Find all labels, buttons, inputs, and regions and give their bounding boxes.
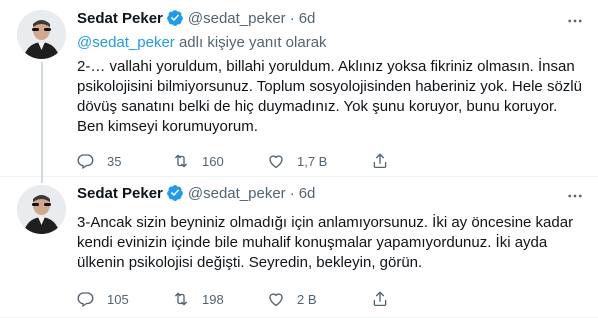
tweet-text-line: dövüş sanatını belki de hiç duymadınız. … [77, 98, 558, 115]
more-icon[interactable] [566, 187, 584, 205]
reply-count: 105 [107, 291, 129, 307]
tweet[interactable]: Sedat Peker @sedat_peker · 6d 3-Ancak si… [0, 177, 598, 318]
tweet[interactable]: Sedat Peker @sedat_peker · 6d @sedat_pek… [0, 0, 598, 177]
tweet-text-line: 3-Ancak sizin beyniniz olmadığı için anl… [77, 214, 574, 231]
reply-icon [77, 292, 94, 308]
like-count: 1,7 B [297, 153, 328, 169]
retweet-count: 160 [202, 153, 224, 169]
tweet-text-line: kendi evinizin içinde bile muhalif konuş… [77, 234, 548, 251]
retweet-button[interactable]: 198 [172, 290, 267, 308]
tweet-text-line: psikolojisini bilmiyorsunuz. Toplum sosy… [77, 78, 582, 95]
author-name[interactable]: Sedat Peker [77, 10, 163, 27]
like-button[interactable]: 1,7 B [267, 152, 362, 170]
verified-badge-icon [167, 185, 183, 201]
retweet-icon [175, 292, 187, 306]
tweet-text-line: ülkenin psikolojisi değişti. Seyredin, b… [77, 254, 423, 271]
heart-icon [269, 293, 283, 307]
reply-context-text: adlı kişiye yanıt olarak [174, 34, 327, 51]
reply-count: 35 [107, 153, 122, 169]
avatar[interactable] [17, 185, 66, 234]
reply-context: @sedat_peker adlı kişiye yanıt olarak [77, 34, 582, 54]
share-icon [373, 153, 387, 169]
timestamp[interactable]: 6d [299, 10, 316, 27]
separator: · [289, 9, 295, 27]
more-icon[interactable] [566, 12, 584, 30]
reply-button[interactable]: 105 [77, 290, 172, 308]
separator: · [289, 184, 295, 202]
share-button[interactable] [371, 152, 389, 170]
tweet-text-line: 2-… vallahi yoruldum, billahi yoruldum. … [77, 58, 575, 75]
tweet-actions: 35 160 1,7 B [77, 151, 582, 171]
avatar[interactable] [17, 10, 66, 59]
thread-connector [41, 62, 43, 177]
reply-icon [77, 154, 94, 170]
reply-button[interactable]: 35 [77, 152, 172, 170]
tweet-text: 2-… vallahi yoruldum, billahi yoruldum. … [77, 57, 582, 137]
tweet-actions: 105 198 2 B [77, 289, 582, 309]
author-name[interactable]: Sedat Peker [77, 185, 163, 202]
retweet-count: 198 [202, 291, 224, 307]
tweet-text-line: Ben kimseyi korumuyorum. [77, 118, 258, 135]
verified-badge-icon [167, 10, 183, 26]
share-icon [373, 291, 387, 307]
author-handle[interactable]: @sedat_peker [188, 10, 286, 27]
heart-icon [269, 155, 283, 169]
retweet-button[interactable]: 160 [172, 152, 267, 170]
reply-mention-link[interactable]: @sedat_peker [77, 34, 175, 51]
share-button[interactable] [371, 290, 389, 308]
author-handle[interactable]: @sedat_peker [188, 185, 286, 202]
thread-connector [41, 177, 43, 183]
like-button[interactable]: 2 B [267, 290, 362, 308]
like-count: 2 B [297, 291, 317, 307]
timestamp[interactable]: 6d [299, 185, 316, 202]
retweet-icon [175, 154, 187, 168]
tweet-text: 3-Ancak sizin beyniniz olmadığı için anl… [77, 213, 582, 273]
